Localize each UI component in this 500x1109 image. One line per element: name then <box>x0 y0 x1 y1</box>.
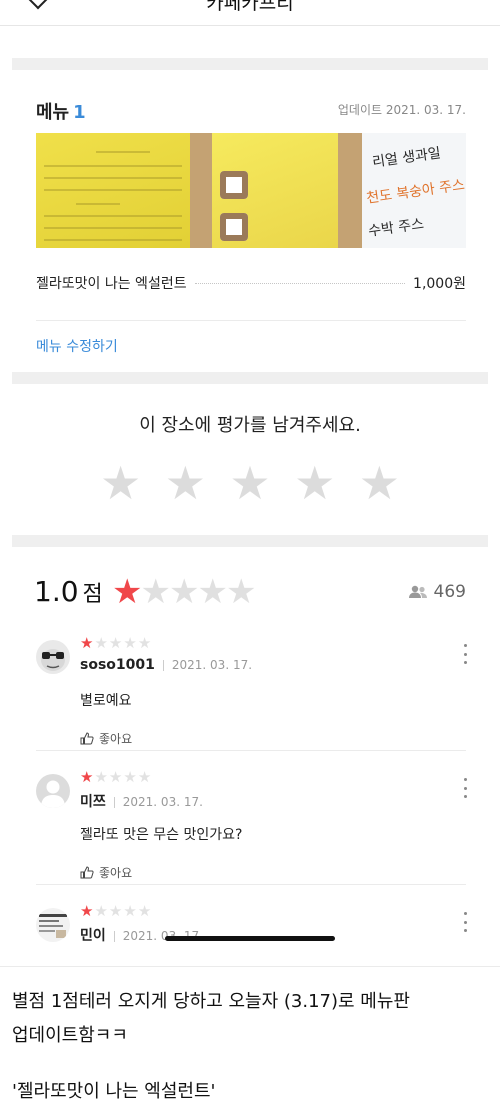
rate-star-icon[interactable]: ★ <box>165 458 206 508</box>
review-author[interactable]: 미쯔 <box>80 794 106 810</box>
more-options-icon[interactable] <box>462 912 468 932</box>
menu-photo-board[interactable] <box>36 133 190 248</box>
star-icon: ★ <box>80 902 94 920</box>
top-bar: 카페카프리 <box>0 0 500 26</box>
divider <box>36 320 466 321</box>
star-icon: ★ <box>94 902 108 920</box>
handwritten-text: 수박 주스 <box>367 216 425 240</box>
star-icon: ★ <box>123 634 137 652</box>
post-caption: 별점 1점테러 오지게 당하고 오늘자 (3.17)로 메뉴판 업데이트함ㅋㅋ … <box>12 985 488 1109</box>
star-icon: ★ <box>112 572 143 612</box>
avatar[interactable] <box>36 640 70 674</box>
star-icon: ★ <box>137 768 152 786</box>
menu-updated-date: 업데이트 2021. 03. 17. <box>337 103 466 117</box>
average-score: 1.0 점 <box>34 575 103 608</box>
home-indicator <box>165 936 335 941</box>
handwritten-text: 리얼 생과일 <box>371 145 442 171</box>
review-date: 2021. 03. 17. <box>171 658 253 672</box>
edit-menu-link[interactable]: 메뉴 수정하기 <box>36 336 118 356</box>
star-icon: ★ <box>80 768 94 786</box>
review-author-line[interactable]: 미쯔 2021. 03. 17. <box>80 791 203 811</box>
star-icon: ★ <box>123 768 137 786</box>
star-icon: ★ <box>168 572 200 612</box>
average-star-rating: ★ ★ ★ ★ ★ <box>112 572 257 612</box>
like-button[interactable]: 좋아요 <box>80 864 132 881</box>
rate-star-icon[interactable]: ★ <box>100 458 141 508</box>
menu-item-row: 젤라또맛이 나는 엑설런트 1,000원 <box>36 273 466 293</box>
star-icon: ★ <box>197 572 228 612</box>
review-text: 젤라또 맛은 무슨 맛인가요? <box>80 827 243 843</box>
review-author-line[interactable]: soso1001 2021. 03. 17. <box>80 657 252 673</box>
review-text: 별로예요 <box>80 693 132 709</box>
menu-heading-label: 메뉴 <box>36 102 70 123</box>
review-author-line[interactable]: 민이 2021. 03. 17 <box>80 925 199 945</box>
rate-star-icon[interactable]: ★ <box>359 458 400 508</box>
caption-line: 업데이트함ㅋㅋ <box>12 1025 128 1046</box>
star-icon: ★ <box>94 768 108 786</box>
star-icon: ★ <box>123 902 137 920</box>
rate-star-icon[interactable]: ★ <box>294 458 335 508</box>
menu-item-price: 1,000원 <box>413 276 466 292</box>
section-divider <box>12 372 488 384</box>
people-icon <box>408 585 427 598</box>
reviewer-count: 469 <box>408 582 466 602</box>
menu-count: 1 <box>73 102 86 123</box>
like-button[interactable]: 좋아요 <box>80 730 132 747</box>
star-icon: ★ <box>140 572 171 612</box>
review-stars: ★ ★ ★ ★ ★ <box>80 768 152 786</box>
avatar[interactable] <box>36 774 70 808</box>
thumbs-up-icon <box>80 732 94 745</box>
score-unit: 점 <box>82 582 103 607</box>
rating-prompt: 이 장소에 평가를 남겨주세요. <box>139 415 361 436</box>
menu-photo-sheet[interactable] <box>190 133 362 248</box>
star-icon: ★ <box>80 634 94 652</box>
score-value: 1.0 <box>34 575 79 608</box>
review-stars: ★ ★ ★ ★ ★ <box>80 902 152 920</box>
leader-dots <box>194 282 406 284</box>
section-divider <box>12 535 488 547</box>
thumbs-up-icon <box>80 866 94 879</box>
menu-item-name: 젤라또맛이 나는 엑설런트 <box>36 276 187 292</box>
star-icon: ★ <box>108 902 123 920</box>
star-icon: ★ <box>137 902 152 920</box>
caption-line: '젤라또맛이 나는 엑설런트' <box>12 1081 216 1102</box>
reviewer-count-value: 469 <box>433 582 466 602</box>
review-author[interactable]: 민이 <box>80 928 106 944</box>
review-date: 2021. 03. 17. <box>122 795 203 809</box>
dessert-thumbnail <box>220 213 248 241</box>
star-icon: ★ <box>225 572 257 612</box>
star-icon: ★ <box>108 768 123 786</box>
divider <box>36 884 466 885</box>
section-divider <box>12 58 488 70</box>
more-options-icon[interactable] <box>462 778 468 798</box>
menu-photo-handwritten[interactable]: 리얼 생과일 천도 복숭아 주스 수박 주스 <box>362 133 466 248</box>
avatar[interactable] <box>36 908 70 942</box>
divider <box>36 750 466 751</box>
menu-photos[interactable]: 리얼 생과일 천도 복숭아 주스 수박 주스 <box>36 133 466 248</box>
place-title: 카페카프리 <box>206 0 294 14</box>
star-icon: ★ <box>108 634 123 652</box>
caption-line: 별점 1점테러 오지게 당하고 오늘자 (3.17)로 메뉴판 <box>12 991 410 1012</box>
handwritten-text: 천도 복숭아 주스 <box>365 177 466 207</box>
divider <box>0 966 500 967</box>
review-author[interactable]: soso1001 <box>80 657 155 673</box>
review-stars: ★ ★ ★ ★ ★ <box>80 634 152 652</box>
more-options-icon[interactable] <box>462 644 468 664</box>
rate-star-icon[interactable]: ★ <box>229 458 270 508</box>
star-icon: ★ <box>94 634 108 652</box>
rating-input-stars[interactable]: ★ ★ ★ ★ ★ <box>100 458 400 508</box>
like-label[interactable]: 좋아요 <box>99 730 132 747</box>
star-icon: ★ <box>137 634 152 652</box>
dessert-thumbnail <box>220 171 248 199</box>
like-label[interactable]: 좋아요 <box>99 864 132 881</box>
menu-heading: 메뉴 1 <box>36 98 86 124</box>
